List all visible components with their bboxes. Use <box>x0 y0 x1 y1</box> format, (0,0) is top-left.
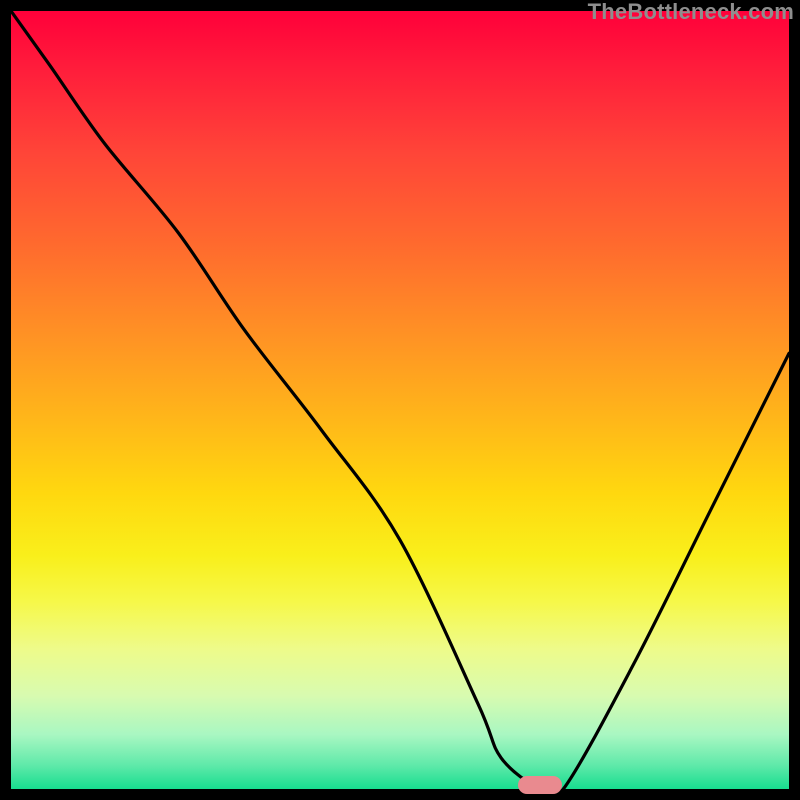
bottleneck-curve <box>11 11 789 789</box>
plot-area <box>11 11 789 789</box>
chart-frame: TheBottleneck.com <box>0 0 800 800</box>
curve-path <box>11 11 789 789</box>
valley-marker <box>518 776 562 794</box>
watermark-text: TheBottleneck.com <box>588 0 794 25</box>
